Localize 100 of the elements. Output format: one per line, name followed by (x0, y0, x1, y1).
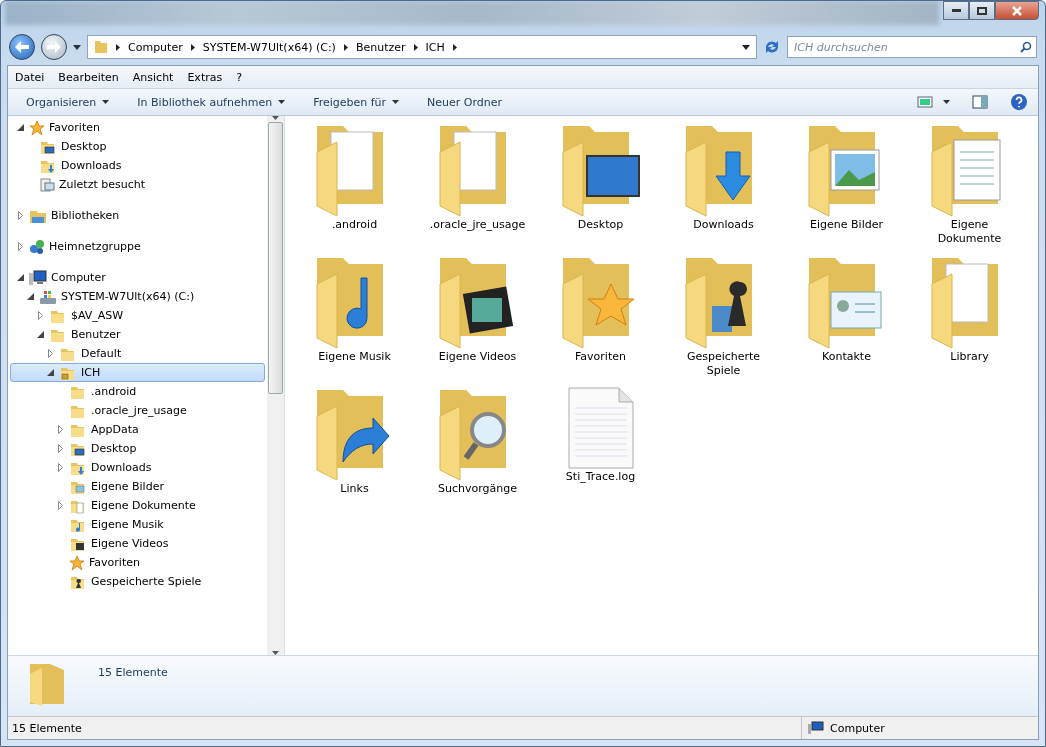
tree-item[interactable]: .oracle_jre_usage (10, 401, 265, 420)
recent-pages-caret-icon[interactable] (73, 44, 81, 50)
status-location: Computer (830, 721, 885, 735)
file-item[interactable]: Favoriten (539, 254, 662, 386)
collapsed-arrow-icon[interactable] (57, 444, 63, 453)
close-icon (1012, 5, 1022, 16)
breadcrumb[interactable]: Computer (128, 40, 183, 54)
tree-item[interactable]: ICH (10, 363, 265, 382)
minimize-icon (951, 9, 961, 12)
expanded-arrow-icon[interactable] (46, 369, 54, 376)
collapsed-arrow-icon[interactable] (57, 501, 63, 510)
star-icon (29, 119, 45, 136)
menu-item[interactable]: Datei (8, 70, 52, 84)
file-item[interactable]: Gespeicherte Spiele (662, 254, 785, 386)
tree-item[interactable]: SYSTEM-W7Ult(x64) (C:) (10, 287, 265, 306)
chevron-icon[interactable] (190, 43, 195, 51)
collapsed-arrow-icon[interactable] (47, 349, 53, 358)
tree-item[interactable]: Eigene Dokumente (10, 496, 265, 515)
expanded-arrow-icon[interactable] (26, 293, 34, 300)
menu-item[interactable]: ? (229, 70, 250, 84)
caret-icon (102, 100, 110, 104)
tree-item[interactable]: Benutzer (10, 325, 265, 344)
computer-icon (29, 269, 47, 286)
file-item[interactable]: Eigene Videos (416, 254, 539, 386)
toolbar-command[interactable]: Organisieren (12, 95, 124, 109)
text-file-icon (566, 386, 635, 470)
tree-item[interactable]: AppData (10, 420, 265, 439)
chevron-icon[interactable] (413, 43, 418, 51)
toolbar-command[interactable]: In Bibliothek aufnehmen (123, 95, 300, 109)
tree-item[interactable]: Eigene Musik (10, 515, 265, 534)
file-item[interactable]: Library (908, 254, 1031, 386)
chevron-icon[interactable] (343, 43, 348, 51)
dropdown-caret-icon[interactable] (742, 44, 750, 50)
tree-item[interactable]: .android (10, 382, 265, 401)
tree-item[interactable]: Downloads (10, 458, 265, 477)
menu-item[interactable]: Bearbeiten (51, 70, 126, 84)
scrollbar[interactable] (267, 116, 284, 655)
collapsed-arrow-icon[interactable] (37, 311, 43, 320)
help-icon[interactable] (1010, 93, 1028, 111)
collapsed-arrow-icon[interactable] (57, 463, 63, 472)
network-icon (29, 238, 45, 255)
tree-item[interactable]: Favoriten (10, 553, 265, 572)
tree-item[interactable]: Computer (10, 268, 265, 287)
tree-item[interactable]: $AV_ASW (10, 306, 265, 325)
expanded-arrow-icon[interactable] (16, 274, 24, 281)
item-count: 15 Elemente (98, 666, 168, 679)
collapsed-arrow-icon[interactable] (57, 425, 63, 434)
breadcrumb[interactable]: Benutzer (355, 40, 406, 54)
computer-icon (808, 721, 824, 735)
file-item[interactable]: Desktop (539, 122, 662, 254)
file-item[interactable]: Eigene Dokumente (908, 122, 1031, 254)
expanded-arrow-icon[interactable] (36, 331, 44, 338)
toolbar-command[interactable]: Neuer Ordner (413, 95, 517, 109)
caret-icon (392, 100, 400, 104)
folder-icon (94, 40, 108, 54)
back-button[interactable] (9, 34, 35, 60)
tree-item[interactable]: Favoriten (10, 118, 265, 137)
toolbar-command[interactable]: Freigeben für (299, 95, 414, 109)
preview-pane-icon[interactable] (972, 95, 988, 109)
search-icon[interactable] (1020, 41, 1032, 53)
tree-item[interactable]: Gespeicherte Spiele (10, 572, 265, 591)
address-bar[interactable]: Computer SYSTEM-W7Ult(x64) (C:) Benutzer ICH (87, 35, 757, 59)
tree-item[interactable]: Desktop (10, 439, 265, 458)
tree-item[interactable]: Heimnetzgruppe (10, 237, 265, 256)
tree-item[interactable]: Zuletzt besucht (10, 175, 265, 194)
tree-item[interactable]: Eigene Bilder (10, 477, 265, 496)
file-item[interactable]: Eigene Musik (293, 254, 416, 386)
tree-item[interactable]: Downloads (10, 156, 265, 175)
chevron-icon[interactable] (452, 43, 457, 51)
forward-button[interactable] (41, 34, 67, 60)
file-item[interactable]: .oracle_jre_usage (416, 122, 539, 254)
caret-icon (278, 100, 286, 104)
tree-item[interactable]: Eigene Videos (10, 534, 265, 553)
tree-item[interactable]: Desktop (10, 137, 265, 156)
close-button[interactable] (995, 1, 1039, 20)
maximize-icon (977, 6, 987, 15)
expanded-arrow-icon[interactable] (16, 124, 24, 131)
file-item[interactable]: .android (293, 122, 416, 254)
forward-arrow-icon (47, 41, 61, 53)
star-icon (69, 554, 85, 571)
refresh-icon[interactable] (763, 39, 781, 55)
collapsed-arrow-icon[interactable] (17, 211, 23, 220)
file-item[interactable]: Suchvorgänge (416, 386, 539, 518)
file-item[interactable]: Links (293, 386, 416, 518)
menu-item[interactable]: Ansicht (125, 70, 181, 84)
recent-places-icon (39, 176, 55, 193)
file-item[interactable]: Kontakte (785, 254, 908, 386)
breadcrumb[interactable]: ICH (425, 40, 445, 54)
file-item[interactable]: Downloads (662, 122, 785, 254)
tree-item[interactable]: Bibliotheken (10, 206, 265, 225)
breadcrumb[interactable]: SYSTEM-W7Ult(x64) (C:) (202, 40, 336, 54)
tree-item[interactable]: Default (10, 344, 265, 363)
menu-item[interactable]: Extras (180, 70, 230, 84)
collapsed-arrow-icon[interactable] (17, 242, 23, 251)
minimize-button[interactable] (943, 1, 969, 20)
chevron-icon[interactable] (116, 43, 120, 51)
file-item[interactable]: Eigene Bilder (785, 122, 908, 254)
file-item[interactable]: Sti_Trace.log (539, 386, 662, 518)
search-field[interactable]: ICH durchsuchen (787, 36, 1037, 58)
maximize-button[interactable] (969, 1, 995, 20)
